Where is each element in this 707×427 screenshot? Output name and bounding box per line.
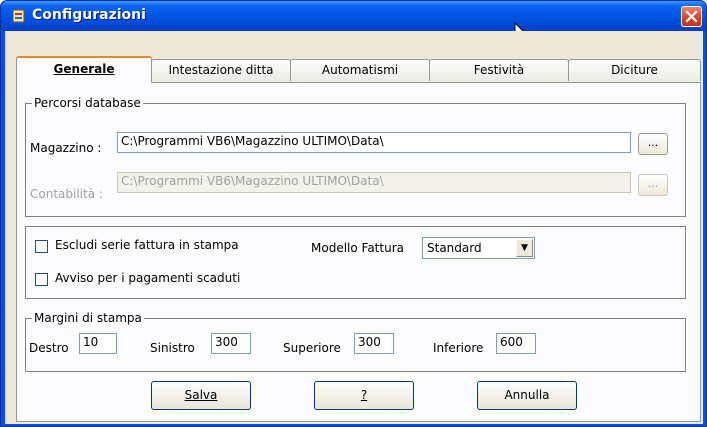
annulla-label: Annulla — [504, 388, 550, 402]
tab-intestazione-ditta[interactable]: Intestazione ditta — [151, 59, 291, 81]
magazzino-browse-button[interactable]: ... — [638, 133, 668, 155]
modello-fattura-select[interactable]: Standard ▼ — [422, 237, 535, 259]
percorsi-database-group: Percorsi database Magazzino : C:\Program… — [25, 96, 686, 217]
close-icon — [685, 10, 698, 23]
title-bar[interactable]: Configurazioni — [1, 1, 706, 31]
avviso-pagamenti-checkbox[interactable] — [35, 273, 48, 286]
inferiore-input[interactable]: 600 — [496, 333, 536, 354]
dialog-client-area: Generale Intestazione ditta Automatismi … — [5, 31, 703, 424]
help-button[interactable]: ? — [314, 381, 414, 410]
tab-festivita[interactable]: Festività — [429, 59, 569, 81]
contabilita-browse-button: ... — [638, 174, 668, 196]
superiore-input[interactable]: 300 — [354, 333, 394, 354]
escludi-serie-checkbox[interactable] — [35, 240, 48, 253]
contabilita-path-input: C:\Programmi VB6\Magazzino ULTIMO\Data\ — [117, 172, 631, 193]
window-title: Configurazioni — [32, 7, 146, 23]
destro-label: Destro — [29, 341, 69, 355]
superiore-label: Superiore — [283, 341, 341, 355]
modello-fattura-value: Standard — [427, 241, 482, 255]
sinistro-label: Sinistro — [150, 341, 195, 355]
tab-intestazione-ditta-label: Intestazione ditta — [168, 63, 274, 77]
opzioni-stampa-group: Escludi serie fattura in stampa Avviso p… — [25, 226, 686, 299]
annulla-button[interactable]: Annulla — [477, 381, 577, 410]
magazzino-path-input[interactable]: C:\Programmi VB6\Magazzino ULTIMO\Data\ — [117, 132, 631, 153]
tab-generale[interactable]: Generale — [16, 56, 152, 83]
help-label: ? — [360, 388, 368, 402]
close-button[interactable] — [681, 6, 702, 27]
margini-stampa-legend: Margini di stampa — [32, 311, 144, 325]
magazzino-label: Magazzino : — [30, 141, 102, 155]
destro-input[interactable]: 10 — [79, 333, 117, 354]
tab-automatismi-label: Automatismi — [321, 63, 399, 77]
app-icon — [12, 9, 25, 23]
configurazioni-window: Configurazioni Generale Intestazione dit… — [0, 0, 707, 427]
escludi-serie-label[interactable]: Escludi serie fattura in stampa — [55, 238, 239, 252]
tab-diciture-label: Diciture — [611, 63, 658, 77]
sinistro-input[interactable]: 300 — [211, 333, 251, 354]
chevron-down-icon[interactable]: ▼ — [516, 239, 533, 257]
tab-festivita-label: Festività — [473, 63, 525, 77]
salva-button[interactable]: Salva — [151, 381, 251, 410]
tab-panel-generale: Percorsi database Magazzino : C:\Program… — [16, 82, 701, 422]
avviso-pagamenti-label[interactable]: Avviso per i pagamenti scaduti — [55, 271, 240, 285]
tab-diciture[interactable]: Diciture — [568, 59, 701, 81]
modello-fattura-label: Modello Fattura — [311, 241, 404, 255]
margini-stampa-group: Margini di stampa Destro 10 Sinistro 300… — [25, 311, 686, 372]
percorsi-database-legend: Percorsi database — [32, 96, 143, 110]
tab-automatismi[interactable]: Automatismi — [290, 59, 430, 81]
inferiore-label: Inferiore — [433, 341, 484, 355]
tab-generale-label: Generale — [53, 62, 115, 76]
contabilita-label: Contabilità : — [30, 187, 103, 201]
salva-label: Salva — [184, 388, 218, 402]
